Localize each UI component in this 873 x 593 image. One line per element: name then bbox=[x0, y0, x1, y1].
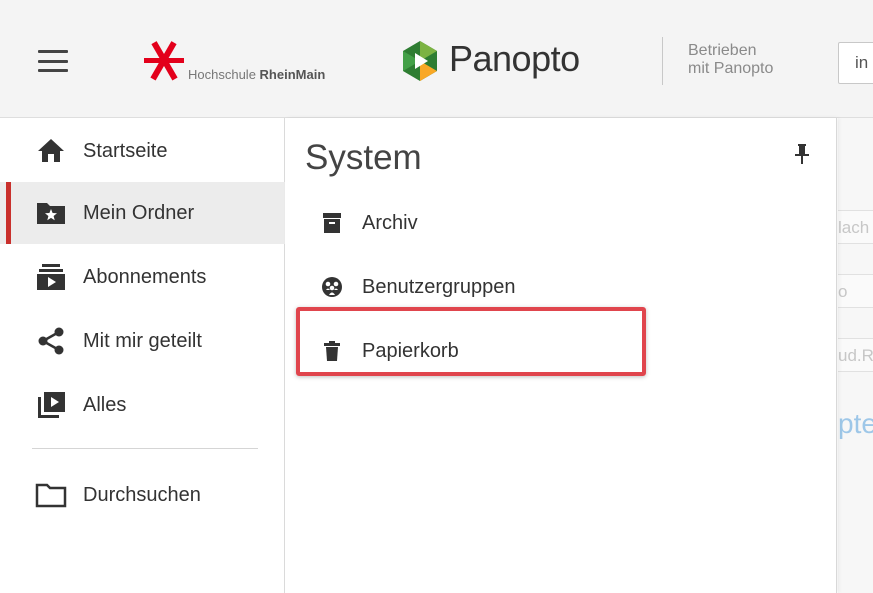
sidebar-item-abonnements[interactable]: Abonnements bbox=[0, 246, 285, 308]
powered-by-line-1: Betrieben bbox=[688, 42, 757, 59]
top-header: Hochschule RheinMain Panopto Betrieben m… bbox=[0, 0, 873, 118]
sidebar-item-mit-mir-geteilt[interactable]: Mit mir geteilt bbox=[0, 310, 285, 372]
user-groups-icon bbox=[321, 275, 343, 299]
panopto-logo-icon bbox=[403, 41, 437, 81]
background-text: o bbox=[838, 282, 848, 301]
share-icon bbox=[34, 327, 68, 355]
sidebar: Startseite Mein Ordner Abonnements Mit m… bbox=[0, 118, 285, 593]
panel-item-archiv[interactable]: Archiv bbox=[305, 198, 645, 248]
institution-logo[interactable] bbox=[140, 40, 370, 90]
sidebar-item-label: Mein Ordner bbox=[83, 201, 195, 224]
background-text: ud.R bbox=[838, 346, 873, 365]
pin-icon[interactable] bbox=[793, 142, 811, 166]
header-divider bbox=[662, 37, 663, 85]
hsrm-star-icon bbox=[144, 41, 184, 81]
sidebar-item-label: Abonnements bbox=[83, 265, 207, 288]
subscriptions-icon bbox=[34, 263, 68, 291]
sidebar-item-mein-ordner[interactable]: Mein Ordner bbox=[0, 182, 285, 244]
folder-outline-icon bbox=[34, 481, 68, 509]
hamburger-icon[interactable] bbox=[38, 50, 68, 72]
background-content: lach o ud.R pte bbox=[838, 118, 873, 593]
sidebar-item-label: Durchsuchen bbox=[83, 483, 201, 506]
background-text: lach bbox=[838, 218, 870, 237]
panel-title: System bbox=[305, 138, 422, 177]
sidebar-divider bbox=[32, 448, 258, 449]
powered-by-line-2: mit Panopto bbox=[688, 60, 774, 77]
panel-item-label: Benutzergruppen bbox=[362, 275, 516, 298]
sidebar-item-startseite[interactable]: Startseite bbox=[0, 120, 285, 182]
sidebar-item-label: Startseite bbox=[83, 139, 168, 162]
sidebar-item-label: Alles bbox=[83, 393, 127, 416]
panel-item-papierkorb[interactable]: Papierkorb bbox=[305, 326, 645, 376]
sidebar-item-durchsuchen[interactable]: Durchsuchen bbox=[0, 464, 285, 526]
panel-item-label: Papierkorb bbox=[362, 339, 459, 362]
trash-icon bbox=[321, 339, 343, 363]
system-panel: System Archiv Benutzergruppen Papierkorb bbox=[285, 118, 837, 593]
panel-item-benutzergruppen[interactable]: Benutzergruppen bbox=[305, 262, 645, 312]
brand-name: Panopto bbox=[449, 38, 580, 79]
background-link[interactable]: pte bbox=[838, 408, 873, 440]
search-input[interactable]: in bbox=[838, 42, 873, 84]
sidebar-item-label: Mit mir geteilt bbox=[83, 329, 202, 352]
home-icon bbox=[34, 136, 68, 164]
institution-name: Hochschule RheinMain bbox=[188, 67, 326, 82]
archive-icon bbox=[321, 211, 343, 235]
powered-by: Betrieben mit Panopto bbox=[688, 42, 818, 78]
video-library-icon bbox=[34, 391, 68, 419]
panel-item-label: Archiv bbox=[362, 211, 418, 234]
sidebar-item-alles[interactable]: Alles bbox=[0, 374, 285, 436]
page: Hochschule RheinMain Panopto Betrieben m… bbox=[0, 0, 873, 593]
starred-folder-icon bbox=[34, 199, 68, 227]
